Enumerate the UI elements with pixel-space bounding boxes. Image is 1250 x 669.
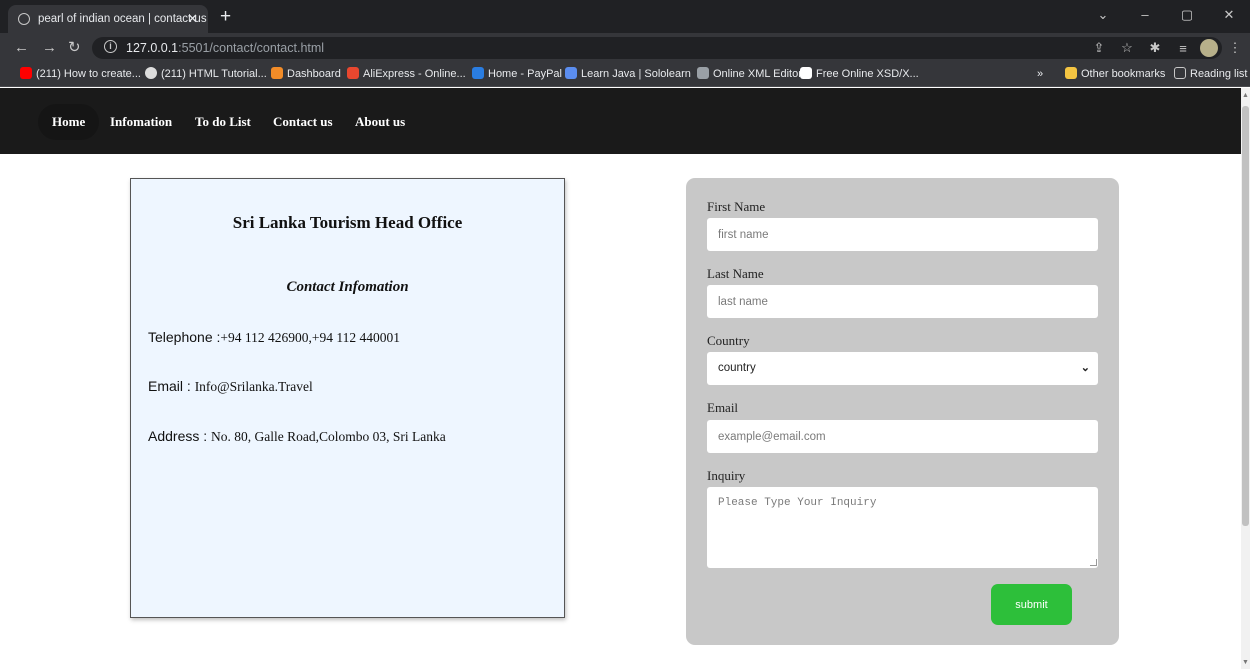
nav-home[interactable]: Home bbox=[38, 104, 100, 140]
forward-icon[interactable]: → bbox=[42, 33, 57, 63]
ff-icon bbox=[800, 67, 812, 79]
address-value: No. 80, Galle Road,Colombo 03, Sri Lanka bbox=[211, 429, 446, 444]
telephone-label: Telephone : bbox=[148, 329, 221, 345]
nav-contact-us[interactable]: Contact us bbox=[259, 104, 347, 140]
bookmark-item[interactable]: AliExpress - Online... bbox=[347, 63, 466, 85]
toolbar-actions: ⇪ ☆ ✱ ≡ ⋮ bbox=[1088, 33, 1246, 63]
telephone-value: +94 112 426900,+94 112 440001 bbox=[220, 330, 401, 345]
bookmark-item[interactable]: Learn Java | Sololearn bbox=[565, 63, 691, 85]
country-label: Country bbox=[707, 333, 750, 348]
url-text: 127.0.0.1:5501/contact/contact.html bbox=[126, 41, 325, 55]
close-tab-icon[interactable]: ✕ bbox=[187, 5, 198, 33]
extensions-icon[interactable]: ✱ bbox=[1144, 40, 1166, 56]
media-icon[interactable]: ≡ bbox=[1172, 41, 1194, 56]
first-name-input[interactable] bbox=[707, 218, 1098, 251]
close-window-icon[interactable]: ✕ bbox=[1208, 0, 1250, 33]
address-label: Address : bbox=[148, 428, 212, 444]
reload-icon[interactable]: ↻ bbox=[68, 33, 81, 63]
browser-tab-strip: pearl of indian ocean | contact us ✕ + ⌄… bbox=[0, 0, 1250, 33]
browser-tab[interactable]: pearl of indian ocean | contact us ✕ bbox=[8, 5, 208, 33]
bookmark-star-icon[interactable]: ☆ bbox=[1116, 40, 1138, 56]
email-label: Email : bbox=[148, 378, 195, 394]
last-name-label: Last Name bbox=[707, 266, 764, 281]
country-select[interactable]: country ⌄ bbox=[707, 352, 1098, 385]
reading-list[interactable]: Reading list bbox=[1174, 63, 1247, 85]
globe-icon bbox=[18, 13, 30, 25]
bookmarks-overflow-button[interactable]: » bbox=[1037, 63, 1043, 85]
nav-todo-list[interactable]: To do List bbox=[181, 104, 265, 140]
youtube-icon bbox=[20, 67, 32, 79]
scroll-up-icon[interactable]: ▲ bbox=[1242, 92, 1249, 99]
first-name-label: First Name bbox=[707, 199, 766, 214]
contact-info-card: Sri Lanka Tourism Head Office Contact In… bbox=[130, 178, 565, 618]
email-input[interactable] bbox=[707, 420, 1098, 453]
bookmark-item[interactable]: Free Online XSD/X... bbox=[800, 63, 919, 85]
address-line: Address : No. 80, Galle Road,Colombo 03,… bbox=[148, 428, 446, 445]
submit-button[interactable]: submit bbox=[991, 584, 1072, 625]
inquiry-textarea[interactable] bbox=[707, 487, 1098, 568]
bookmark-item[interactable]: Home - PayPal bbox=[472, 63, 562, 85]
maximize-icon[interactable]: ▢ bbox=[1166, 0, 1208, 33]
nav-infomation[interactable]: Infomation bbox=[96, 104, 186, 140]
inquiry-label: Inquiry bbox=[707, 468, 746, 483]
scroll-thumb[interactable] bbox=[1242, 106, 1249, 526]
sololearn-icon bbox=[565, 67, 577, 79]
chevron-down-icon: ⌄ bbox=[1080, 362, 1090, 374]
resize-handle-icon[interactable] bbox=[1090, 559, 1097, 566]
last-name-input[interactable] bbox=[707, 285, 1098, 318]
menu-icon[interactable]: ⋮ bbox=[1224, 40, 1246, 56]
globe-icon bbox=[145, 67, 157, 79]
minimize-icon[interactable]: – bbox=[1124, 0, 1166, 33]
bookmark-item[interactable]: Online XML Editor bbox=[697, 63, 802, 85]
window-controls: ⌄ – ▢ ✕ bbox=[1082, 0, 1250, 33]
new-tab-button[interactable]: + bbox=[220, 4, 231, 30]
aliexpress-icon bbox=[347, 67, 359, 79]
bookmark-item[interactable]: Dashboard bbox=[271, 63, 341, 85]
email-value: Info@Srilanka.Travel bbox=[194, 379, 313, 394]
bookmark-item[interactable]: (211) HTML Tutorial... bbox=[145, 63, 267, 85]
paypal-icon bbox=[472, 67, 484, 79]
tab-search-icon[interactable]: ⌄ bbox=[1082, 0, 1124, 33]
share-icon[interactable]: ⇪ bbox=[1088, 40, 1110, 56]
page-scrollbar[interactable]: ▲ ▼ bbox=[1241, 88, 1250, 669]
reading-list-icon bbox=[1174, 67, 1186, 79]
folder-icon bbox=[1065, 67, 1077, 79]
email-line: Email : Info@Srilanka.Travel bbox=[148, 378, 313, 395]
bookmark-item[interactable]: (211) How to create... bbox=[20, 63, 141, 85]
back-icon[interactable]: ← bbox=[14, 33, 29, 63]
contact-info-heading: Contact Infomation bbox=[286, 279, 409, 295]
scroll-down-icon[interactable]: ▼ bbox=[1242, 659, 1249, 666]
bookmarks-bar: (211) How to create... (211) HTML Tutori… bbox=[0, 63, 1250, 87]
site-info-icon[interactable]: i bbox=[104, 40, 117, 53]
site-navigation: Home Infomation To do List Contact us Ab… bbox=[0, 88, 1241, 154]
email-label: Email bbox=[707, 400, 739, 415]
nav-about-us[interactable]: About us bbox=[341, 104, 419, 140]
address-bar[interactable]: i 127.0.0.1:5501/contact/contact.html bbox=[92, 37, 1222, 59]
office-title: Sri Lanka Tourism Head Office bbox=[232, 213, 463, 232]
tab-title: pearl of indian ocean | contact us bbox=[38, 13, 207, 25]
profile-avatar[interactable] bbox=[1200, 39, 1218, 57]
dashboard-icon bbox=[271, 67, 283, 79]
browser-toolbar: ← → ↻ i 127.0.0.1:5501/contact/contact.h… bbox=[0, 33, 1250, 63]
xml-editor-icon bbox=[697, 67, 709, 79]
contact-form: First Name Last Name Country country ⌄ E… bbox=[686, 178, 1119, 645]
telephone-line: Telephone :+94 112 426900,+94 112 440001 bbox=[148, 329, 400, 346]
other-bookmarks[interactable]: Other bookmarks bbox=[1065, 63, 1165, 85]
country-selected-value: country bbox=[718, 362, 756, 374]
